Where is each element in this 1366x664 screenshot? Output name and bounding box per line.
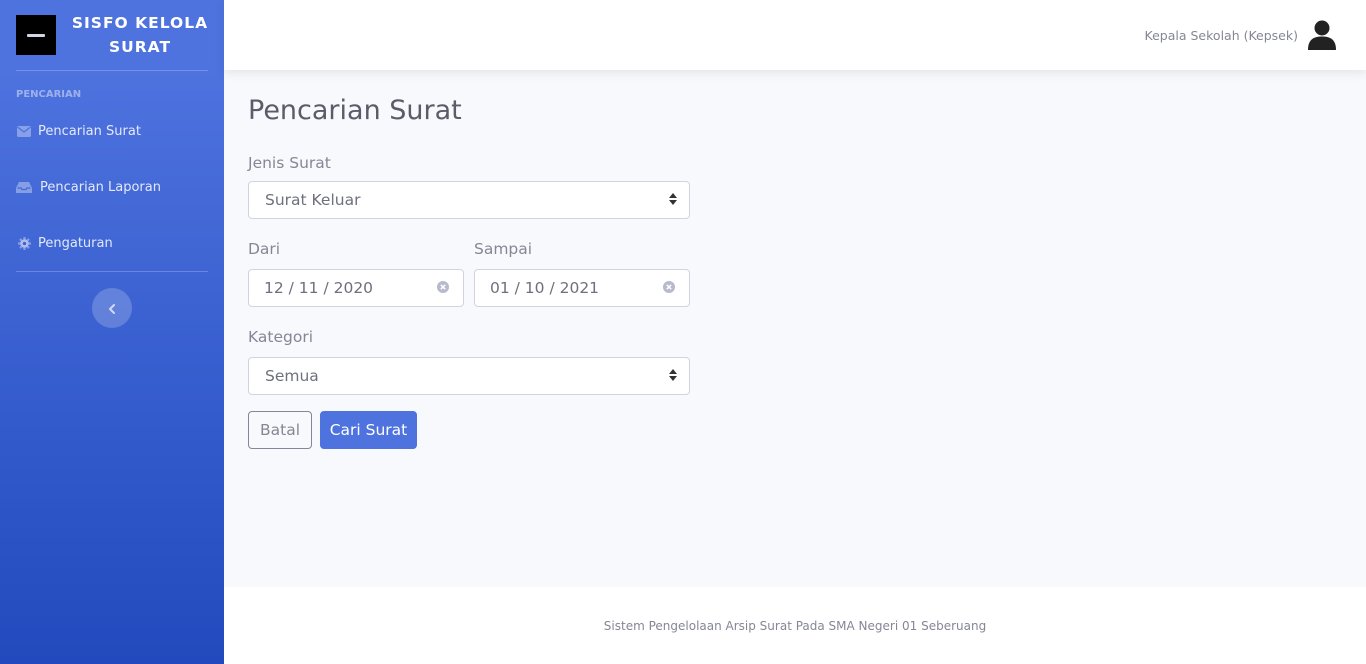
- dari-date-input[interactable]: 12 / 11 / 2020: [248, 269, 464, 307]
- sidebar-item-pengaturan[interactable]: Pengaturan: [0, 215, 224, 271]
- sidebar-item-pencarian-laporan[interactable]: Pencarian Laporan: [0, 159, 224, 215]
- footer: Sistem Pengelolaan Arsip Surat Pada SMA …: [224, 587, 1366, 664]
- kategori-value: Semua: [265, 367, 319, 385]
- jenis-surat-value: Surat Keluar: [265, 191, 361, 209]
- select-caret-icon: [669, 367, 677, 385]
- cancel-button[interactable]: Batal: [248, 411, 312, 449]
- envelope-icon: [16, 124, 32, 138]
- brand-text: SISFO KELOLA SURAT: [56, 11, 224, 59]
- logo-mark: [27, 33, 45, 37]
- dari-date-value: 12 / 11 / 2020: [264, 279, 374, 297]
- kategori-select[interactable]: Semua: [248, 357, 690, 395]
- sidebar-heading: PENCARIAN: [16, 89, 82, 100]
- sidebar-item-label: Pengaturan: [38, 235, 113, 251]
- sampai-date-value: 01 / 10 / 2021: [490, 279, 600, 297]
- dari-label: Dari: [248, 240, 281, 258]
- jenis-surat-select[interactable]: Surat Keluar: [248, 181, 690, 219]
- user-name[interactable]: Kepala Sekolah (Kepsek): [1145, 28, 1298, 43]
- sidebar-toggle-button[interactable]: [92, 288, 132, 328]
- sampai-date-input[interactable]: 01 / 10 / 2021: [474, 269, 690, 307]
- clear-icon[interactable]: [663, 279, 675, 297]
- footer-text: Sistem Pengelolaan Arsip Surat Pada SMA …: [603, 618, 987, 633]
- sampai-label: Sampai: [474, 240, 533, 258]
- search-button[interactable]: Cari Surat: [320, 411, 417, 449]
- topbar: Kepala Sekolah (Kepsek): [224, 0, 1366, 70]
- sidebar-item-pencarian-surat[interactable]: Pencarian Surat: [0, 103, 224, 159]
- jenis-surat-label: Jenis Surat: [248, 154, 331, 172]
- user-icon[interactable]: [1308, 20, 1336, 50]
- brand-line-1: SISFO KELOLA: [71, 14, 209, 32]
- gear-icon: [16, 236, 32, 250]
- sidebar-item-label: Pencarian Laporan: [40, 179, 161, 195]
- kategori-label: Kategori: [248, 328, 314, 346]
- sidebar-item-label: Pencarian Surat: [38, 123, 141, 139]
- clear-icon[interactable]: [437, 279, 449, 297]
- select-caret-icon: [669, 191, 677, 209]
- brand-logo: [16, 15, 56, 55]
- sidebar-brand[interactable]: SISFO KELOLA SURAT: [0, 0, 224, 70]
- inbox-icon: [16, 180, 32, 194]
- main-content: Pencarian Surat Jenis Surat Surat Keluar…: [248, 70, 1342, 449]
- sidebar: SISFO KELOLA SURAT PENCARIAN Pencarian S…: [0, 0, 224, 664]
- brand-line-2: SURAT: [108, 38, 172, 56]
- page-title: Pencarian Surat: [248, 95, 462, 126]
- chevron-left-icon: [108, 299, 116, 318]
